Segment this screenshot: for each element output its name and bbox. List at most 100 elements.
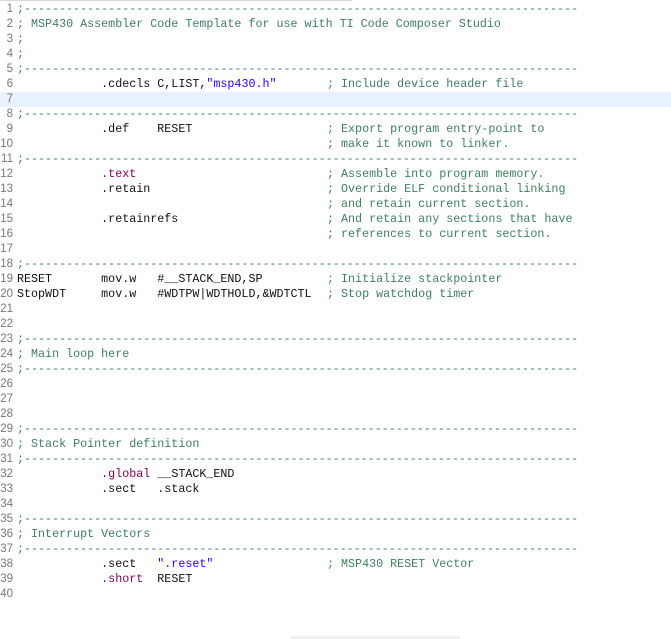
comment-token: ;---------------------------------------… [17,107,579,121]
tab-strip-border [0,0,352,1]
code-line[interactable]: 1 ;--------------------------------------… [0,2,671,17]
code-token: .cdecls C,LIST, [17,77,207,91]
code-line[interactable]: 39 .short RESET [0,572,671,587]
code-line[interactable]: 13 .retain ; Override ELF conditional lin… [0,182,671,197]
code-line[interactable]: 29 ;-------------------------------------… [0,422,671,437]
line-number: 9 [6,123,13,135]
inline-comment: ; Include device header file [327,77,524,91]
comment-token: ; [17,47,25,61]
code-line[interactable]: 14 ; and retain current section. [0,197,671,212]
code-line[interactable]: 19 RESET mov.w #__STACK_END,SP ; Initializ… [0,272,671,287]
comment-token: ;---------------------------------------… [17,152,579,166]
line-number: 2 [6,18,13,30]
line-number: 20 [0,288,13,300]
line-number: 24 [0,348,13,360]
directive-token: .short [101,572,144,586]
comment-token: ;---------------------------------------… [17,257,579,271]
line-number: 7 [6,93,13,105]
code-text: .sect ".reset" [17,557,213,572]
code-line[interactable]: 35 ;-------------------------------------… [0,512,671,527]
code-text: ;---------------------------------------… [17,422,578,437]
line-number: 40 [0,588,13,600]
code-line[interactable]: 22 [0,317,671,332]
code-line[interactable]: 30 ; Stack Pointer definition [0,437,671,452]
code-text: ;---------------------------------------… [17,332,578,347]
code-text: ;---------------------------------------… [17,257,578,272]
comment-token: ;---------------------------------------… [17,512,579,526]
code-line[interactable]: 18 ;-------------------------------------… [0,257,671,272]
code-line[interactable]: 33 .sect .stack [0,482,671,497]
code-text: .sect .stack [17,482,199,497]
code-token: RESET [143,572,193,586]
line-number: 39 [0,573,13,585]
code-line[interactable]: 26 [0,377,671,392]
code-line[interactable]: 16 ; references to current section. [0,227,671,242]
code-line[interactable]: 21 [0,302,671,317]
code-text: ;---------------------------------------… [17,452,578,467]
code-line[interactable]: 3; [0,32,671,47]
code-line[interactable]: 37 ;-------------------------------------… [0,542,671,557]
code-line[interactable]: 20 StopWDT mov.w #WDTPW|WDTHOLD,&WDTCTL ; … [0,287,671,302]
line-number: 11 [1,153,13,165]
line-number: 29 [0,423,13,435]
comment-token: ;---------------------------------------… [17,332,579,346]
comment-token: ;---------------------------------------… [17,422,579,436]
code-line[interactable]: 12 .text ; Assemble into program memory. [0,167,671,182]
code-line[interactable]: 4; [0,47,671,62]
code-line[interactable]: 15 .retainrefs ; And retain any sections … [0,212,671,227]
directive-token: .text [101,167,137,181]
line-number: 19 [0,273,13,285]
inline-comment: ; make it known to linker. [327,137,510,151]
line-number: 30 [0,438,13,450]
line-number: 26 [0,378,13,390]
code-text: .retainrefs [17,212,178,227]
line-number: 23 [0,333,13,345]
code-line[interactable]: 32 .global __STACK_END [0,467,671,482]
code-line[interactable]: 2 ; MSP430 Assembler Code Template for us… [0,17,671,32]
code-line[interactable]: 23 ;-------------------------------------… [0,332,671,347]
line-number: 38 [0,558,13,570]
code-text: ; [17,47,24,62]
code-token: __STACK_END [150,467,235,481]
code-line[interactable]: 28 [0,407,671,422]
code-text: ;---------------------------------------… [17,542,578,557]
code-line[interactable]: 38 .sect ".reset" ; MSP430 RESET Vector [0,557,671,572]
code-line[interactable]: 17 [0,242,671,257]
code-line[interactable]: 24 ; Main loop here [0,347,671,362]
inline-comment: ; Initialize stackpointer [327,272,503,286]
line-number: 27 [0,393,13,405]
code-line[interactable]: 40 [0,587,671,602]
comment-token: ; [17,32,25,46]
code-line[interactable]: 25 ;-------------------------------------… [0,362,671,377]
code-line[interactable]: 10 ; make it known to linker. [0,137,671,152]
code-text: ; MSP430 Assembler Code Template for use… [17,17,501,32]
code-line[interactable]: 27 [0,392,671,407]
line-number: 16 [0,228,13,240]
code-text: .global __STACK_END [17,467,234,482]
inline-comment: ; Override ELF conditional linking [327,182,566,196]
code-text: ;---------------------------------------… [17,2,578,17]
code-line[interactable]: 11 ;-------------------------------------… [0,152,671,167]
code-line[interactable]: 6 .cdecls C,LIST,"msp430.h" ; Include dev… [0,77,671,92]
line-number: 21 [0,303,13,315]
line-number: 5 [6,63,13,75]
line-number: 33 [0,483,13,495]
code-line[interactable]: 36 ; Interrupt Vectors [0,527,671,542]
line-number: 22 [0,318,13,330]
code-line[interactable]: 9 .def RESET ; Export program entry-point… [0,122,671,137]
comment-token: ;---------------------------------------… [17,452,579,466]
code-line[interactable]: 5 ;--------------------------------------… [0,62,671,77]
string-token: "msp430.h" [206,77,277,91]
comment-token: ; Stack Pointer definition [17,437,200,451]
code-line[interactable]: 34 [0,497,671,512]
code-line[interactable]: 7 [0,92,671,107]
code-editor[interactable]: 1 ;--------------------------------------… [0,2,671,602]
code-text: .retain [17,182,150,197]
code-line[interactable]: 31 ;-------------------------------------… [0,452,671,467]
line-number: 31 [0,453,13,465]
code-line[interactable]: 8 ;--------------------------------------… [0,107,671,122]
inline-comment: ; references to current section. [327,227,552,241]
line-number: 32 [0,468,13,480]
comment-token: ;---------------------------------------… [17,2,579,16]
line-number: 18 [0,258,13,270]
